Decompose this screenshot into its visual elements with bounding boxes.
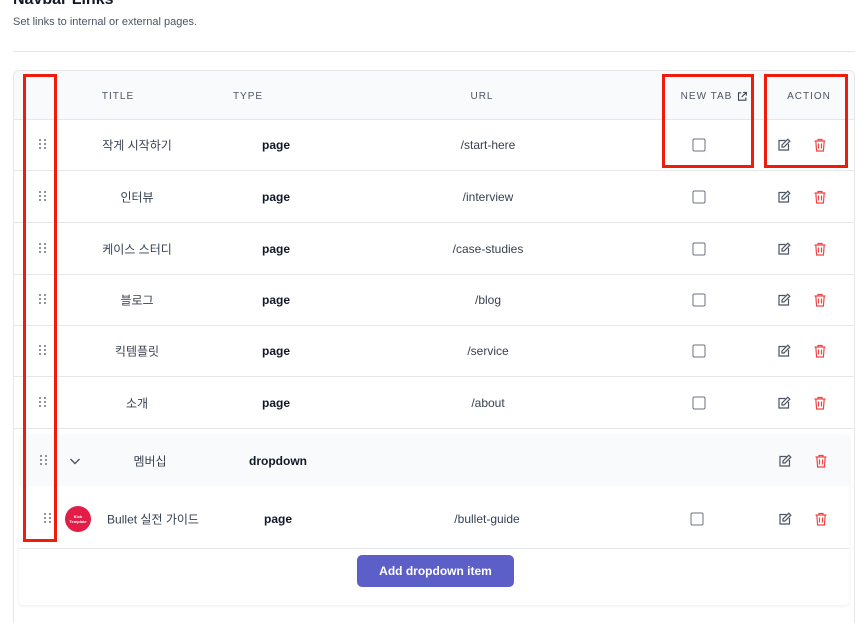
section-title: Navbar Links (13, 0, 113, 9)
new-tab-checkbox[interactable] (692, 344, 706, 358)
row-url: /case-studies (452, 241, 524, 256)
delete-button[interactable] (811, 291, 829, 309)
edit-button[interactable] (776, 510, 794, 528)
drag-handle-icon[interactable] (44, 512, 52, 525)
trash-icon (814, 190, 826, 204)
trash-icon (814, 344, 826, 358)
pencil-icon (778, 293, 791, 306)
column-header-title: TITLE (101, 91, 135, 102)
edit-button[interactable] (775, 291, 793, 309)
delete-button[interactable] (812, 452, 830, 470)
trash-icon (814, 138, 826, 152)
trash-icon (814, 242, 826, 256)
table-row: 인터뷰 page /interview (14, 172, 854, 223)
edit-button[interactable] (775, 136, 793, 154)
new-tab-checkbox[interactable] (692, 138, 706, 152)
row-url: /blog (474, 293, 502, 307)
edit-button[interactable] (775, 188, 793, 206)
pencil-icon (779, 453, 792, 467)
new-tab-checkbox[interactable] (692, 396, 706, 409)
edit-button[interactable] (776, 452, 794, 470)
drag-handle-icon[interactable] (39, 191, 47, 203)
row-url: /service (467, 344, 509, 358)
trash-icon (815, 454, 827, 468)
trash-icon (815, 512, 827, 526)
drag-handle-icon[interactable] (39, 294, 47, 306)
external-link-icon (737, 91, 747, 101)
row-title: 소개 (125, 396, 149, 410)
row-title: 블로그 (120, 293, 154, 308)
drag-handle-icon[interactable] (39, 242, 47, 255)
table-row: 블로그 page /blog (14, 275, 854, 326)
table-row-dropdown-child: Kick Template Bullet 실전 가이드 page /bullet… (19, 489, 849, 549)
avatar: Kick Template (65, 505, 91, 532)
row-type: page (261, 138, 291, 152)
row-type: page (261, 293, 291, 307)
column-header-action: ACTION (787, 91, 831, 102)
delete-button[interactable] (811, 136, 829, 154)
section-description: Set links to internal or external pages. (13, 16, 198, 28)
delete-button[interactable] (811, 342, 829, 360)
pencil-icon (778, 395, 791, 409)
delete-button[interactable] (812, 510, 830, 528)
new-tab-checkbox[interactable] (692, 242, 706, 255)
new-tab-checkbox[interactable] (690, 512, 704, 525)
table-row-dropdown: 멤버십 dropdown (19, 435, 849, 487)
pencil-icon (778, 344, 791, 357)
edit-button[interactable] (775, 342, 793, 360)
trash-icon (814, 396, 826, 410)
drag-handle-icon[interactable] (39, 396, 47, 409)
dropdown-group: 멤버십 dropdown Kick Template Bullet 실전 가이드… (19, 435, 849, 605)
drag-handle-icon[interactable] (39, 139, 47, 151)
drag-handle-icon[interactable] (40, 454, 48, 467)
child-url: /bullet-guide (454, 511, 520, 526)
child-title: Bullet 실전 가이드 (107, 512, 199, 526)
row-type: page (261, 344, 291, 358)
table-header: TITLE TYPE URL NEW TAB ACTION (14, 71, 854, 120)
pencil-icon (778, 241, 791, 255)
table-row: 킥템플릿 page /service (14, 326, 854, 377)
column-header-url: URL (470, 91, 494, 102)
chevron-down-icon[interactable] (68, 454, 82, 468)
pencil-icon (778, 138, 791, 151)
navbar-links-table: TITLE TYPE URL NEW TAB ACTION 작게 시작하기 pa… (13, 70, 855, 623)
new-tab-checkbox[interactable] (692, 293, 706, 307)
row-title: 작게 시작하기 (102, 138, 172, 153)
add-dropdown-item-button[interactable]: Add dropdown item (357, 555, 514, 587)
row-title: 킥템플릿 (114, 344, 160, 359)
avatar-text-line-2: Template (69, 518, 87, 524)
table-row: 케이스 스터디 page /case-studies (14, 223, 854, 275)
column-header-new-tab: NEW TAB (681, 91, 748, 102)
row-type: page (261, 241, 291, 256)
section-divider (13, 51, 855, 52)
row-type: page (261, 190, 291, 204)
table-row: 소개 page /about (14, 377, 854, 429)
trash-icon (814, 293, 826, 307)
row-url: /interview (462, 190, 514, 204)
row-title: 케이스 스터디 (102, 242, 172, 256)
pencil-icon (778, 190, 791, 203)
child-type: page (263, 511, 293, 526)
table-row: 작게 시작하기 page /start-here (14, 120, 854, 171)
delete-button[interactable] (811, 394, 829, 412)
row-url: /about (471, 395, 505, 410)
row-url: /start-here (460, 138, 516, 152)
drag-handle-icon[interactable] (39, 345, 47, 357)
delete-button[interactable] (811, 240, 829, 258)
column-header-new-tab-label: NEW TAB (680, 91, 733, 102)
new-tab-checkbox[interactable] (692, 190, 706, 204)
edit-button[interactable] (775, 240, 793, 258)
edit-button[interactable] (775, 394, 793, 412)
column-header-type: TYPE (232, 91, 264, 102)
pencil-icon (779, 511, 792, 525)
dropdown-title: 멤버십 (133, 454, 167, 468)
row-title: 인터뷰 (120, 190, 154, 205)
row-type: page (261, 395, 291, 410)
delete-button[interactable] (811, 188, 829, 206)
dropdown-type: dropdown (249, 453, 307, 468)
